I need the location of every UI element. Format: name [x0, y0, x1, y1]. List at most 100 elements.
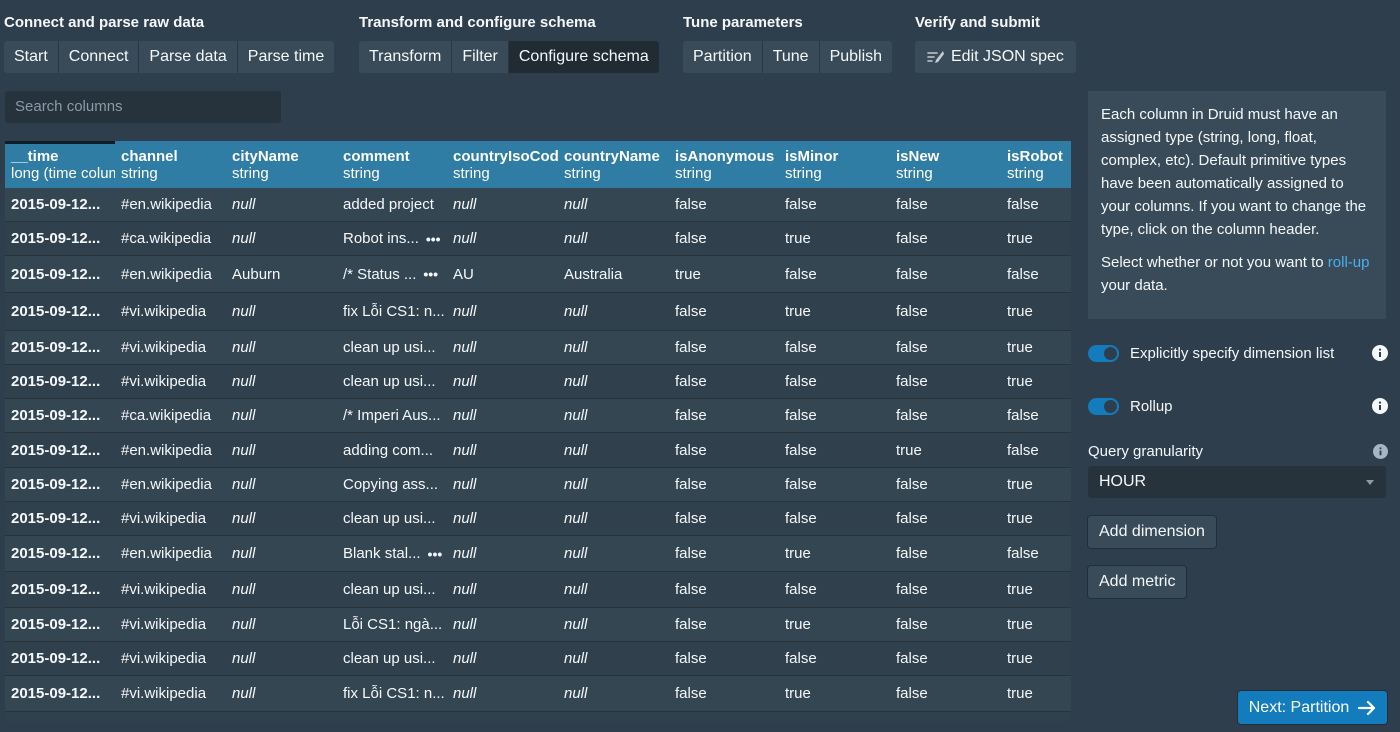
cell-value: Blank stal... — [343, 545, 421, 562]
cell-value: Australia — [564, 265, 623, 283]
column-header[interactable]: channel string — [115, 141, 226, 188]
column-header[interactable]: __timelong (time column) — [5, 141, 115, 188]
table-cell: null — [447, 608, 558, 641]
cell-value: true — [1007, 230, 1033, 247]
column-type: string — [232, 165, 269, 182]
cell-value: #ca.wikipedia — [121, 230, 212, 247]
step-connect-button[interactable]: Connect — [58, 41, 140, 73]
column-header[interactable]: isAnonymous string — [669, 141, 779, 188]
step-filter-button[interactable]: Filter — [452, 41, 509, 73]
step-start-button[interactable]: Start — [4, 41, 59, 73]
table-cell: false — [890, 256, 1001, 292]
table-cell: null — [558, 399, 669, 432]
column-name: cityName — [232, 148, 299, 165]
query-granularity-select[interactable]: HOUR — [1088, 466, 1386, 498]
cell-value: true — [1007, 510, 1033, 527]
cell-value: false — [785, 650, 817, 667]
add-metric-button[interactable]: Add metric — [1088, 566, 1187, 598]
table-cell: #en.wikipedia — [115, 188, 226, 221]
table-cell: false — [1001, 188, 1071, 221]
table-cell: clean up usi... — [337, 365, 447, 398]
help-text-rollup-suffix: your data. — [1101, 277, 1168, 294]
table-cell: false — [779, 188, 890, 221]
step-partition-button[interactable]: Partition — [683, 41, 763, 73]
column-name: isMinor — [785, 148, 839, 165]
step-publish-button[interactable]: Publish — [819, 41, 893, 73]
more-icon[interactable]: ••• — [423, 266, 438, 282]
table-cell: false — [669, 222, 779, 255]
step-group-title: Tune parameters — [683, 14, 803, 31]
column-header[interactable]: isNew string — [890, 141, 1001, 188]
table-cell: 2015-09-12... — [5, 365, 115, 398]
cell-value: false — [896, 373, 928, 390]
step-group-title: Connect and parse raw data — [4, 14, 205, 31]
step-parse-time-button[interactable]: Parse time — [237, 41, 335, 73]
cell-value: null — [453, 373, 477, 390]
cell-value: false — [1007, 441, 1039, 459]
table-cell: #vi.wikipedia — [115, 676, 226, 711]
more-icon[interactable]: ••• — [426, 231, 441, 247]
cell-value: false — [1007, 407, 1039, 424]
table-cell: true — [1001, 676, 1071, 711]
cell-value: null — [453, 407, 477, 424]
cell-value: null — [453, 303, 477, 320]
column-header[interactable]: isRobot string — [1001, 141, 1071, 188]
rollup-toggle[interactable] — [1088, 397, 1119, 415]
table-cell: 2015-09-12... — [5, 608, 115, 641]
table-row: 2015-09-12... #vi.wikipedia null fix Lỗi CS… — [5, 293, 1071, 331]
table-cell: Copying ass... — [337, 468, 447, 501]
explicit-dimensions-toggle[interactable] — [1088, 344, 1119, 362]
table-cell: 2015-09-12... — [5, 188, 115, 221]
column-header[interactable]: countryName string — [558, 141, 669, 188]
column-type: string — [564, 165, 601, 182]
cell-value: false — [1007, 545, 1039, 562]
table-cell: 2015-09-12... — [5, 222, 115, 255]
table-header: __timelong (time column)channelstringcit… — [5, 141, 1071, 188]
step-group-transform: Transform and configure schema Transform… — [359, 12, 659, 73]
help-text-types: Each column in Druid must have an assign… — [1101, 106, 1367, 238]
column-header[interactable]: comment string — [337, 141, 447, 188]
info-icon[interactable] — [1372, 398, 1388, 414]
table-cell: 2015-09-12... — [5, 399, 115, 432]
table-cell: /* Status ... ••• — [337, 256, 447, 292]
info-icon[interactable] — [1372, 345, 1388, 361]
search-columns-input[interactable]: Search columns — [5, 91, 281, 123]
table-cell: false — [890, 608, 1001, 641]
toggle-knob — [1104, 399, 1117, 413]
add-dimension-button[interactable]: Add dimension — [1088, 516, 1216, 548]
table-cell: false — [1001, 399, 1071, 432]
table-cell: #vi.wikipedia — [115, 642, 226, 675]
roll-up-link[interactable]: roll-up — [1328, 254, 1370, 271]
table-row: 2015-09-12... #en.wikipedia null Copying as… — [5, 468, 1071, 502]
table-cell: false — [890, 468, 1001, 501]
column-header[interactable]: countryIsoCode string — [447, 141, 558, 188]
table-cell: fix Lỗi CS1: n... — [337, 676, 447, 711]
table-cell: true — [779, 608, 890, 641]
edit-json-spec-button[interactable]: Edit JSON spec — [915, 41, 1076, 73]
step-transform-button[interactable]: Transform — [359, 41, 453, 73]
step-group-title: Verify and submit — [915, 14, 1041, 31]
info-icon[interactable] — [1373, 443, 1388, 459]
table-cell: 2015-09-12... — [5, 256, 115, 292]
cell-value: false — [785, 407, 817, 424]
cell-value: 2015-09-12... — [11, 441, 101, 459]
step-parse-data-button[interactable]: Parse data — [139, 41, 238, 73]
cell-value: 2015-09-12... — [11, 510, 101, 527]
table-cell: #vi.wikipedia — [115, 608, 226, 641]
step-tune-button[interactable]: Tune — [762, 41, 820, 73]
next-partition-button[interactable]: Next: Partition — [1238, 691, 1387, 724]
table-row: 2015-09-12... #ca.wikipedia null /* Imperi … — [5, 399, 1071, 433]
step-configure-schema-button[interactable]: Configure schema — [508, 41, 659, 73]
cell-value: false — [675, 230, 707, 247]
column-name: channel — [121, 148, 178, 165]
table-cell: true — [1001, 502, 1071, 535]
column-type: string — [1007, 165, 1044, 182]
table-cell: null — [226, 642, 337, 675]
column-header[interactable]: cityName string — [226, 141, 337, 188]
table-cell: null — [558, 572, 669, 607]
cell-value: Copying ass... — [343, 476, 439, 493]
more-icon[interactable]: ••• — [428, 546, 443, 562]
table-cell: #vi.wikipedia — [115, 572, 226, 607]
column-header[interactable]: isMinor string — [779, 141, 890, 188]
cell-value: false — [675, 441, 707, 459]
